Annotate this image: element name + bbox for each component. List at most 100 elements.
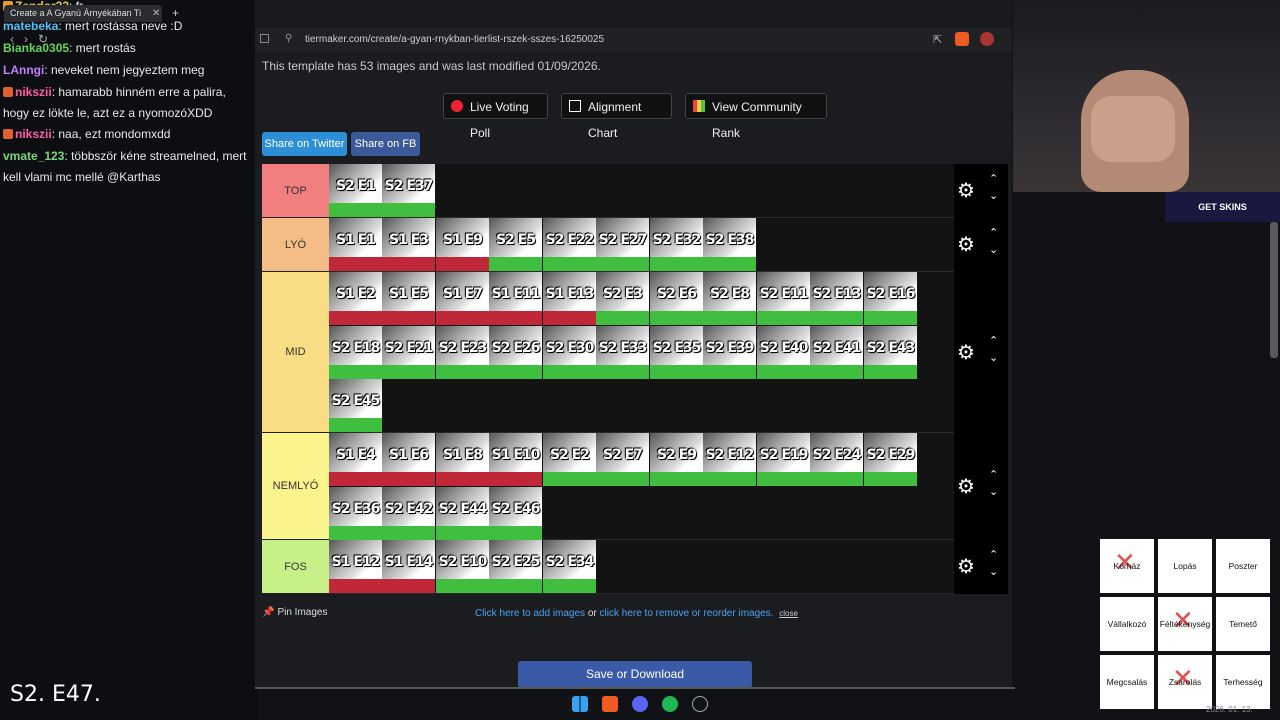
tier-items[interactable]: S1 E2 S1 E5 S1 E7 S1 E11 S1 E13 S2 E3 S2 E6 S2 … [329, 272, 954, 433]
share-fb-button[interactable]: Share on FB [351, 132, 420, 156]
chevron-up-icon[interactable]: ⌃ [989, 468, 998, 481]
episode-image[interactable]: S2 E30 [543, 325, 596, 379]
episode-image[interactable]: S2 E11 [757, 272, 810, 325]
episode-image[interactable]: S2 E45 [329, 379, 382, 432]
episode-image[interactable]: S2 E33 [596, 325, 649, 379]
community-rank-button[interactable]: View Community Rank [685, 93, 827, 140]
tier-items[interactable]: S2 E1 S2 E37 [329, 164, 954, 218]
episode-image[interactable]: S2 E21 [382, 325, 435, 379]
episode-image[interactable]: S1 E11 [489, 272, 542, 325]
gear-icon[interactable]: ⚙ [957, 554, 975, 579]
new-tab-icon[interactable]: + [172, 6, 179, 20]
discord-icon[interactable] [632, 696, 648, 712]
episode-image[interactable]: S2 E9 [650, 433, 703, 486]
tier-items[interactable]: S1 E12 S1 E14 S2 E10 S2 E25 S2 E34 [329, 540, 954, 594]
episode-image[interactable]: S1 E10 [489, 433, 542, 486]
episode-image[interactable]: S1 E9 [436, 218, 489, 271]
chevron-up-icon[interactable]: ⌃ [989, 548, 998, 561]
pin-images-toggle[interactable]: 📌 Pin Images [262, 607, 327, 618]
episode-image[interactable]: S2 E25 [489, 540, 542, 593]
tier-label[interactable]: TOP [262, 164, 329, 218]
episode-image[interactable]: S2 E37 [382, 164, 435, 217]
episode-image[interactable]: S2 E1 [329, 164, 382, 217]
episode-image[interactable]: S1 E12 [329, 540, 382, 593]
settings-icon[interactable] [692, 696, 708, 712]
chevron-up-icon[interactable]: ⌃ [989, 172, 998, 185]
tier-label[interactable]: FOS [262, 540, 329, 594]
episode-image[interactable]: S2 E35 [650, 325, 703, 379]
episode-image[interactable]: S2 E40 [757, 325, 810, 379]
windows-icon[interactable] [572, 696, 588, 712]
alignment-chart-button[interactable]: Alignment Chart [561, 93, 672, 140]
episode-image[interactable]: S2 E44 [436, 486, 489, 540]
gear-icon[interactable]: ⚙ [957, 178, 975, 203]
episode-image[interactable]: S1 E6 [382, 433, 435, 486]
episode-image[interactable]: S2 E46 [489, 486, 542, 540]
forward-icon[interactable]: › [24, 32, 28, 46]
episode-image[interactable]: S2 E6 [650, 272, 703, 325]
episode-image[interactable]: S2 E10 [436, 540, 489, 593]
spotify-icon[interactable] [662, 696, 678, 712]
tier-label[interactable]: LYÓ [262, 218, 329, 272]
chevron-up-icon[interactable]: ⌃ [989, 226, 998, 239]
episode-image[interactable]: S1 E13 [543, 272, 596, 325]
url-text[interactable]: tiermaker.com/create/a-gyan-rnykban-tier… [305, 34, 604, 45]
episode-image[interactable]: S2 E5 [489, 218, 542, 271]
episode-image[interactable]: S2 E34 [543, 540, 596, 593]
chevron-down-icon[interactable]: ⌄ [989, 351, 998, 364]
episode-image[interactable]: S2 E18 [329, 325, 382, 379]
get-skins-banner[interactable]: GET SKINS [1165, 192, 1280, 222]
tier-label[interactable]: NEMLYÓ [262, 433, 329, 540]
episode-image[interactable]: S2 E23 [436, 325, 489, 379]
chat-username[interactable]: vmate_123 [3, 149, 64, 163]
chevron-down-icon[interactable]: ⌄ [989, 189, 998, 202]
tier-items[interactable]: S1 E4 S1 E6 S1 E8 S1 E10 S2 E2 S2 E7 S2 E9 S2 E… [329, 433, 954, 540]
share-icon[interactable]: ⇱ [933, 33, 942, 46]
episode-image[interactable]: S2 E29 [864, 433, 917, 486]
bookmark-icon[interactable]: ☐ [259, 32, 270, 46]
episode-image[interactable]: S1 E3 [382, 218, 435, 271]
episode-image[interactable]: S2 E8 [703, 272, 756, 325]
episode-image[interactable]: S2 E13 [810, 272, 863, 325]
episode-image[interactable]: S2 E27 [596, 218, 649, 271]
episode-image[interactable]: S2 E19 [757, 433, 810, 486]
share-twitter-button[interactable]: Share on Twitter [262, 132, 347, 156]
live-voting-poll-button[interactable]: Live Voting Poll [443, 93, 548, 140]
episode-image[interactable]: S2 E42 [382, 486, 435, 540]
browser-tab[interactable]: Create a A Gyanú Árnyékában Ti ✕ [4, 5, 162, 22]
episode-image[interactable]: S1 E7 [436, 272, 489, 325]
episode-image[interactable]: S1 E1 [329, 218, 382, 271]
gear-icon[interactable]: ⚙ [957, 474, 975, 499]
episode-image[interactable]: S1 E5 [382, 272, 435, 325]
episode-image[interactable]: S2 E22 [543, 218, 596, 271]
tier-items[interactable]: S1 E1 S1 E3 S1 E9 S2 E5 S2 E22 S2 E27 S2 E32 S2… [329, 218, 954, 272]
episode-image[interactable]: S2 E36 [329, 486, 382, 540]
brave-shield-icon[interactable] [955, 32, 969, 46]
episode-image[interactable]: S1 E8 [436, 433, 489, 486]
episode-image[interactable]: S2 E38 [703, 218, 756, 271]
back-icon[interactable]: ‹ [10, 32, 14, 46]
episode-image[interactable]: S1 E2 [329, 272, 382, 325]
close-link[interactable]: close [779, 609, 798, 618]
scrollbar[interactable] [1270, 222, 1278, 358]
episode-image[interactable]: S2 E41 [810, 325, 863, 379]
episode-image[interactable]: S2 E26 [489, 325, 542, 379]
episode-image[interactable]: S2 E7 [596, 433, 649, 486]
tier-label[interactable]: MID [262, 272, 329, 433]
episode-image[interactable]: S1 E4 [329, 433, 382, 486]
gear-icon[interactable]: ⚙ [957, 340, 975, 365]
chevron-down-icon[interactable]: ⌄ [989, 243, 998, 256]
rewards-icon[interactable] [980, 32, 994, 46]
chat-username[interactable]: LAnngi [3, 63, 44, 77]
reload-icon[interactable]: ↻ [38, 32, 48, 46]
brave-icon[interactable] [602, 696, 618, 712]
add-images-link[interactable]: Click here to add images [475, 608, 585, 619]
close-icon[interactable]: ✕ [152, 5, 160, 22]
address-bar[interactable]: ☐ ⚲ tiermaker.com/create/a-gyan-rnykban-… [255, 28, 1012, 52]
chevron-down-icon[interactable]: ⌄ [989, 485, 998, 498]
save-download-button[interactable]: Save or Download [518, 661, 752, 688]
episode-image[interactable]: S2 E24 [810, 433, 863, 486]
chevron-down-icon[interactable]: ⌄ [989, 565, 998, 578]
episode-image[interactable]: S2 E43 [864, 325, 917, 379]
episode-image[interactable]: S2 E2 [543, 433, 596, 486]
